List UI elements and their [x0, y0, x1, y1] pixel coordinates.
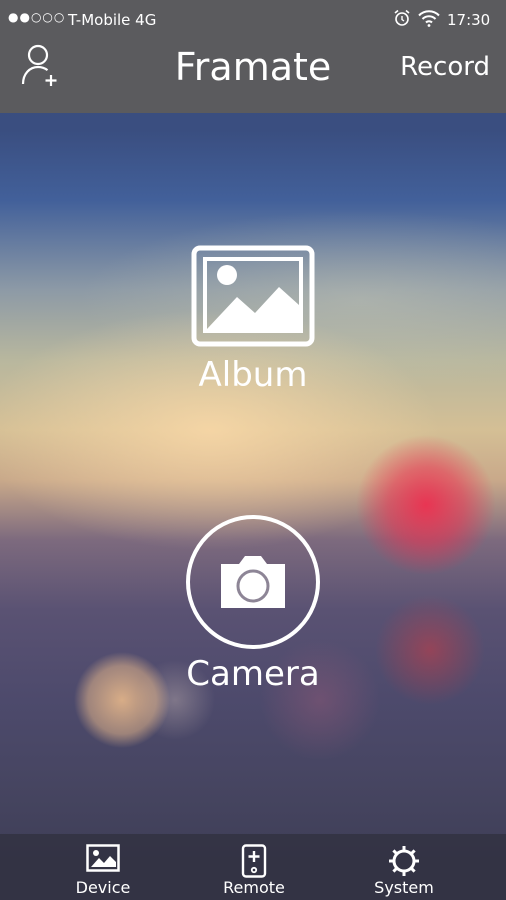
tab-remote[interactable]: Remote	[199, 834, 309, 900]
image-icon	[191, 245, 315, 347]
tab-device[interactable]: Device	[48, 834, 158, 900]
signal-strength: ●●○○○	[8, 10, 66, 24]
wifi-icon	[418, 9, 440, 31]
album-button[interactable]: Album	[183, 245, 323, 405]
record-button[interactable]: Record	[400, 52, 490, 82]
camera-icon	[186, 515, 320, 649]
tab-system[interactable]: System	[349, 834, 459, 900]
background-image	[0, 0, 506, 900]
status-bar: ●●○○○ T-Mobile 4G 17:30	[0, 0, 506, 38]
album-label: Album	[198, 355, 308, 395]
top-bar: ●●○○○ T-Mobile 4G 17:30 Framate Record	[0, 0, 506, 113]
tab-remote-label: Remote	[223, 878, 285, 897]
status-time: 17:30	[447, 11, 491, 29]
tab-device-label: Device	[75, 878, 131, 897]
alarm-icon	[393, 9, 411, 31]
remote-icon	[241, 844, 267, 878]
tab-system-label: System	[374, 878, 434, 897]
tab-bar: Device Remote System	[0, 834, 506, 900]
camera-button[interactable]: Camera	[183, 514, 323, 704]
carrier-label: T-Mobile 4G	[68, 11, 157, 29]
image-icon	[86, 844, 120, 872]
gear-icon	[389, 846, 419, 876]
camera-label: Camera	[186, 654, 320, 694]
